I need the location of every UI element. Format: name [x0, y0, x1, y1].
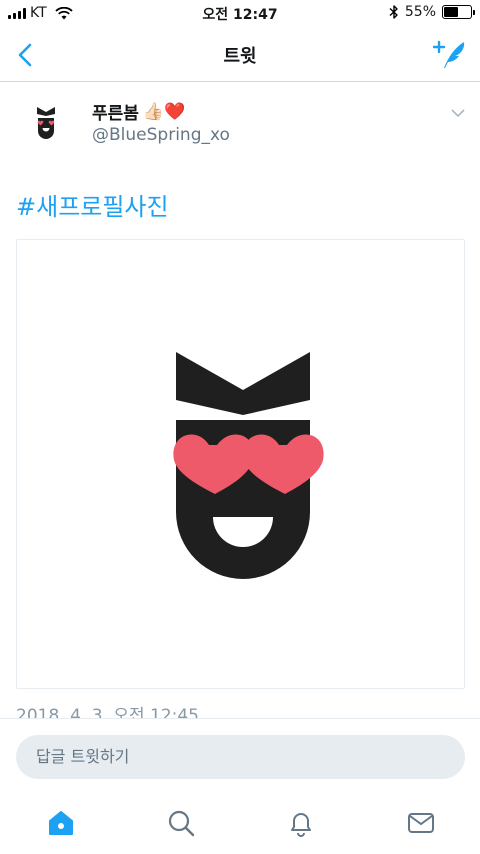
name-emoji: 👍🏻❤️	[142, 101, 186, 122]
status-right: 55%	[389, 4, 475, 20]
battery-cap	[473, 10, 475, 15]
chevron-down-icon[interactable]	[450, 107, 466, 119]
user-name[interactable]: 푸른봄 👍🏻❤️	[92, 99, 186, 125]
bluetooth-icon	[389, 5, 398, 19]
hashtag-link[interactable]: #새프로필사진	[16, 187, 169, 222]
home-icon[interactable]	[46, 808, 76, 838]
tweet-image[interactable]	[16, 239, 465, 689]
tab-bar	[0, 794, 480, 854]
battery-fill	[444, 7, 459, 17]
battery-icon	[442, 5, 475, 19]
battery-percentage: 55%	[404, 4, 436, 20]
status-bar: KT 오전 12:47 55%	[0, 0, 480, 28]
avatar[interactable]	[24, 101, 68, 145]
compose-feather-icon[interactable]	[432, 38, 468, 72]
profile-logo-image	[173, 352, 324, 579]
notifications-icon[interactable]	[286, 808, 316, 838]
display-name: 푸른봄	[92, 104, 139, 124]
messages-icon[interactable]	[406, 808, 436, 838]
search-icon[interactable]	[166, 808, 196, 838]
reply-bar: 답글 트윗하기	[0, 718, 480, 794]
user-handle[interactable]: @BlueSpring_xo	[92, 125, 230, 145]
navigation-bar: 트윗	[0, 28, 480, 82]
page-title: 트윗	[223, 46, 257, 67]
reply-input[interactable]: 답글 트윗하기	[16, 735, 465, 779]
